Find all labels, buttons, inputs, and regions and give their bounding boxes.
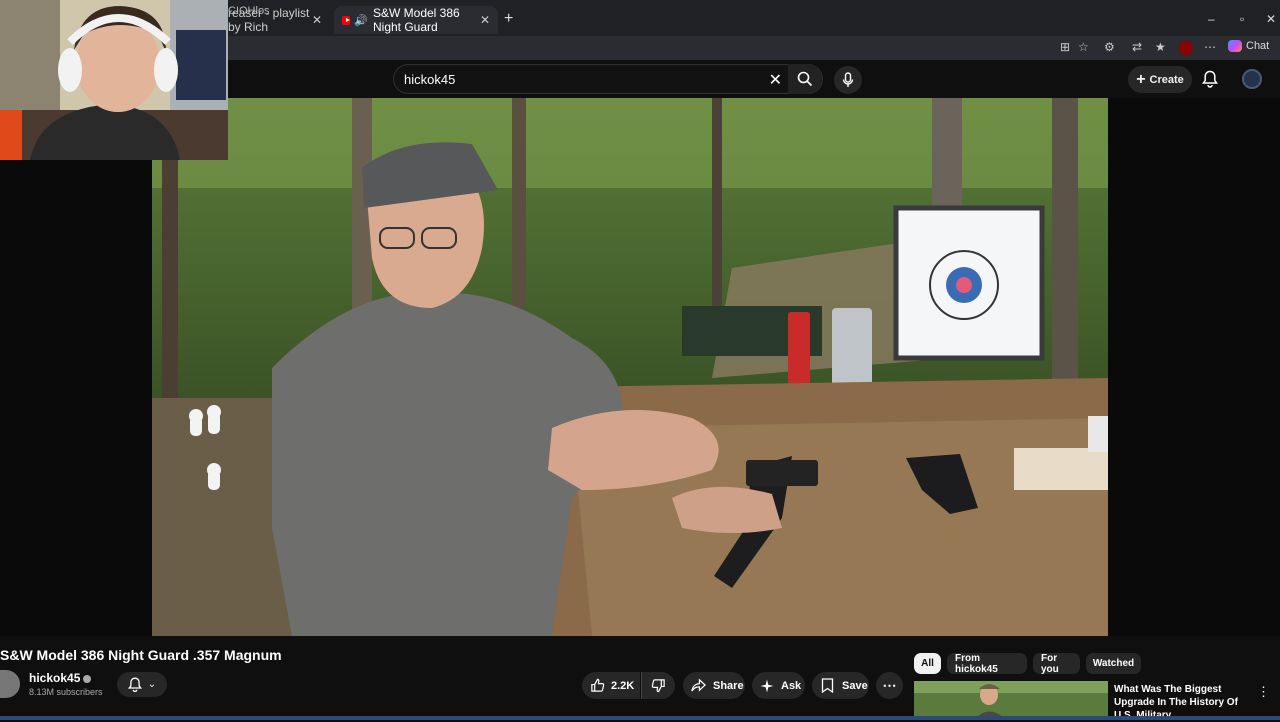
video-frame[interactable] xyxy=(152,98,1108,636)
chip-watched[interactable]: Watched xyxy=(1086,653,1141,674)
more-options-icon[interactable]: ⋯ xyxy=(1204,40,1216,54)
create-button[interactable]: + Create xyxy=(1128,66,1192,93)
tab-close-icon[interactable]: ✕ xyxy=(312,13,322,27)
chip-for-you[interactable]: For you xyxy=(1033,653,1080,675)
save-label: Save xyxy=(842,679,868,692)
save-button[interactable]: Save xyxy=(812,672,869,699)
copilot-icon xyxy=(1228,40,1242,52)
tab-title: S&W Model 386 Night Guard xyxy=(373,6,460,34)
plus-icon: + xyxy=(1136,70,1146,88)
speaker-icon[interactable]: 🔊 xyxy=(354,14,368,27)
taskbar-edge xyxy=(0,716,1280,720)
favorites-icon[interactable]: ★ xyxy=(1155,40,1166,54)
ask-label: Ask xyxy=(781,679,802,692)
share-button[interactable]: Share xyxy=(683,672,745,699)
subscriber-count: 8.13M subscribers xyxy=(29,687,103,697)
search-box[interactable]: hickok45 ✕ xyxy=(393,64,823,94)
bell-icon xyxy=(1202,70,1218,88)
dislike-button[interactable] xyxy=(641,672,675,699)
more-vertical-icon[interactable]: ⋮ xyxy=(1257,684,1270,700)
browser-profile-avatar[interactable] xyxy=(1179,41,1193,55)
like-button[interactable]: 2.2K xyxy=(582,672,640,699)
subscribed-notification-button[interactable]: ⌄ xyxy=(117,672,167,697)
bell-icon xyxy=(127,677,142,692)
channel-avatar[interactable] xyxy=(0,670,20,698)
create-label: Create xyxy=(1149,73,1184,86)
maximize-icon[interactable]: ▫ xyxy=(1240,12,1244,26)
chevron-down-icon: ⌄ xyxy=(147,679,157,690)
recommendation-thumbnail-image xyxy=(914,681,1108,720)
chip-all[interactable]: All xyxy=(914,653,941,674)
like-count: 2.2K xyxy=(611,679,635,692)
channel-name-text[interactable]: hickok45 xyxy=(29,671,80,685)
webcam-overlay xyxy=(0,0,228,160)
video-scene-image xyxy=(152,98,1108,636)
more-actions-button[interactable]: ⋯ xyxy=(876,672,903,699)
new-tab-plus-icon[interactable]: + xyxy=(504,10,513,28)
streamer-webcam-image xyxy=(0,0,228,160)
user-avatar[interactable] xyxy=(1242,69,1262,89)
tab-close-icon[interactable]: ✕ xyxy=(480,13,490,27)
thumbs-up-icon xyxy=(591,678,605,692)
url-text[interactable]: CIOHlos xyxy=(228,5,270,17)
search-button[interactable] xyxy=(788,64,822,94)
microphone-icon xyxy=(842,72,854,87)
ask-button[interactable]: Ask xyxy=(752,672,805,699)
share-label: Share xyxy=(713,679,744,692)
search-input[interactable]: hickok45 xyxy=(404,72,455,87)
verified-badge-icon xyxy=(83,674,92,683)
video-title: S&W Model 386 Night Guard .357 Magnum xyxy=(0,647,282,663)
chat-label: Chat xyxy=(1246,40,1270,52)
recommendation-thumbnail[interactable] xyxy=(914,681,1108,720)
window-close-icon[interactable]: ✕ xyxy=(1266,12,1276,26)
clear-search-icon[interactable]: ✕ xyxy=(769,70,782,90)
search-icon xyxy=(797,71,813,87)
copilot-chat-button[interactable]: Chat xyxy=(1228,40,1269,52)
minimize-icon[interactable]: – xyxy=(1208,12,1215,26)
more-horizontal-icon: ⋯ xyxy=(882,677,897,693)
bookmark-icon xyxy=(821,678,834,693)
thumbs-down-icon xyxy=(651,679,665,693)
sparkle-icon xyxy=(760,679,774,692)
voice-search-button[interactable] xyxy=(834,66,862,94)
chip-from-channel[interactable]: From hickok45 xyxy=(947,653,1027,675)
youtube-favicon-icon xyxy=(342,15,351,25)
split-screen-icon[interactable]: ⇄ xyxy=(1132,40,1142,54)
notifications-button[interactable] xyxy=(1202,70,1218,93)
extensions-icon[interactable]: ⚙ xyxy=(1104,40,1115,54)
favorite-star-icon[interactable]: ☆ xyxy=(1078,40,1089,54)
share-icon xyxy=(691,678,706,692)
browser-tab-active[interactable]: 🔊 S&W Model 386 Night Guard ✕ xyxy=(334,6,498,34)
app-available-icon[interactable]: ⊞ xyxy=(1060,40,1070,54)
channel-name[interactable]: hickok45 xyxy=(29,671,92,685)
